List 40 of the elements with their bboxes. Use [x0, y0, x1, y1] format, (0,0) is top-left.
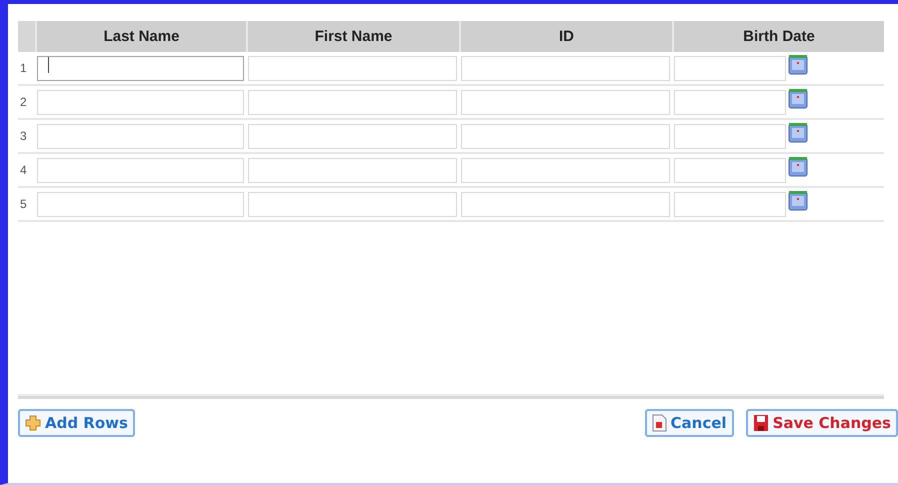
- text-field[interactable]: [248, 56, 457, 80]
- text-field[interactable]: [461, 192, 670, 216]
- cancel-button[interactable]: Cancel: [644, 409, 734, 437]
- text-field[interactable]: [461, 90, 670, 114]
- text-field[interactable]: [37, 158, 244, 182]
- text-field[interactable]: [461, 158, 670, 182]
- column-header: ID: [459, 21, 672, 52]
- text-field[interactable]: [461, 56, 670, 80]
- row-number: 4: [20, 163, 27, 177]
- row-number: 5: [20, 197, 27, 211]
- calendar-icon[interactable]: [788, 122, 808, 143]
- row-number: 1: [20, 61, 27, 75]
- text-field[interactable]: [461, 124, 670, 148]
- row-number: 2: [20, 95, 27, 109]
- text-field[interactable]: [248, 158, 457, 182]
- text-field[interactable]: [37, 124, 244, 148]
- calendar-icon[interactable]: [788, 190, 808, 211]
- column-header: Birth Date: [672, 21, 884, 52]
- date-field[interactable]: [674, 90, 786, 114]
- calendar-icon[interactable]: [788, 88, 808, 109]
- date-field[interactable]: [674, 192, 786, 216]
- plus-icon: [25, 415, 41, 431]
- add-rows-button[interactable]: Add Rows: [18, 409, 135, 437]
- text-field[interactable]: [37, 192, 244, 216]
- text-field[interactable]: [248, 90, 457, 114]
- column-header: First Name: [246, 21, 459, 52]
- date-field[interactable]: [674, 56, 786, 80]
- date-field[interactable]: [674, 158, 786, 182]
- text-field[interactable]: [248, 192, 457, 216]
- date-field[interactable]: [674, 124, 786, 148]
- column-header: Last Name: [35, 21, 246, 52]
- save-button[interactable]: Save Changes: [746, 409, 898, 437]
- document-icon: [652, 414, 667, 432]
- text-field[interactable]: [37, 56, 244, 80]
- calendar-icon[interactable]: [788, 156, 808, 177]
- calendar-icon[interactable]: [788, 54, 808, 75]
- header-corner: [18, 21, 35, 52]
- row-number: 3: [20, 129, 27, 143]
- text-field[interactable]: [37, 90, 244, 114]
- text-field[interactable]: [248, 124, 457, 148]
